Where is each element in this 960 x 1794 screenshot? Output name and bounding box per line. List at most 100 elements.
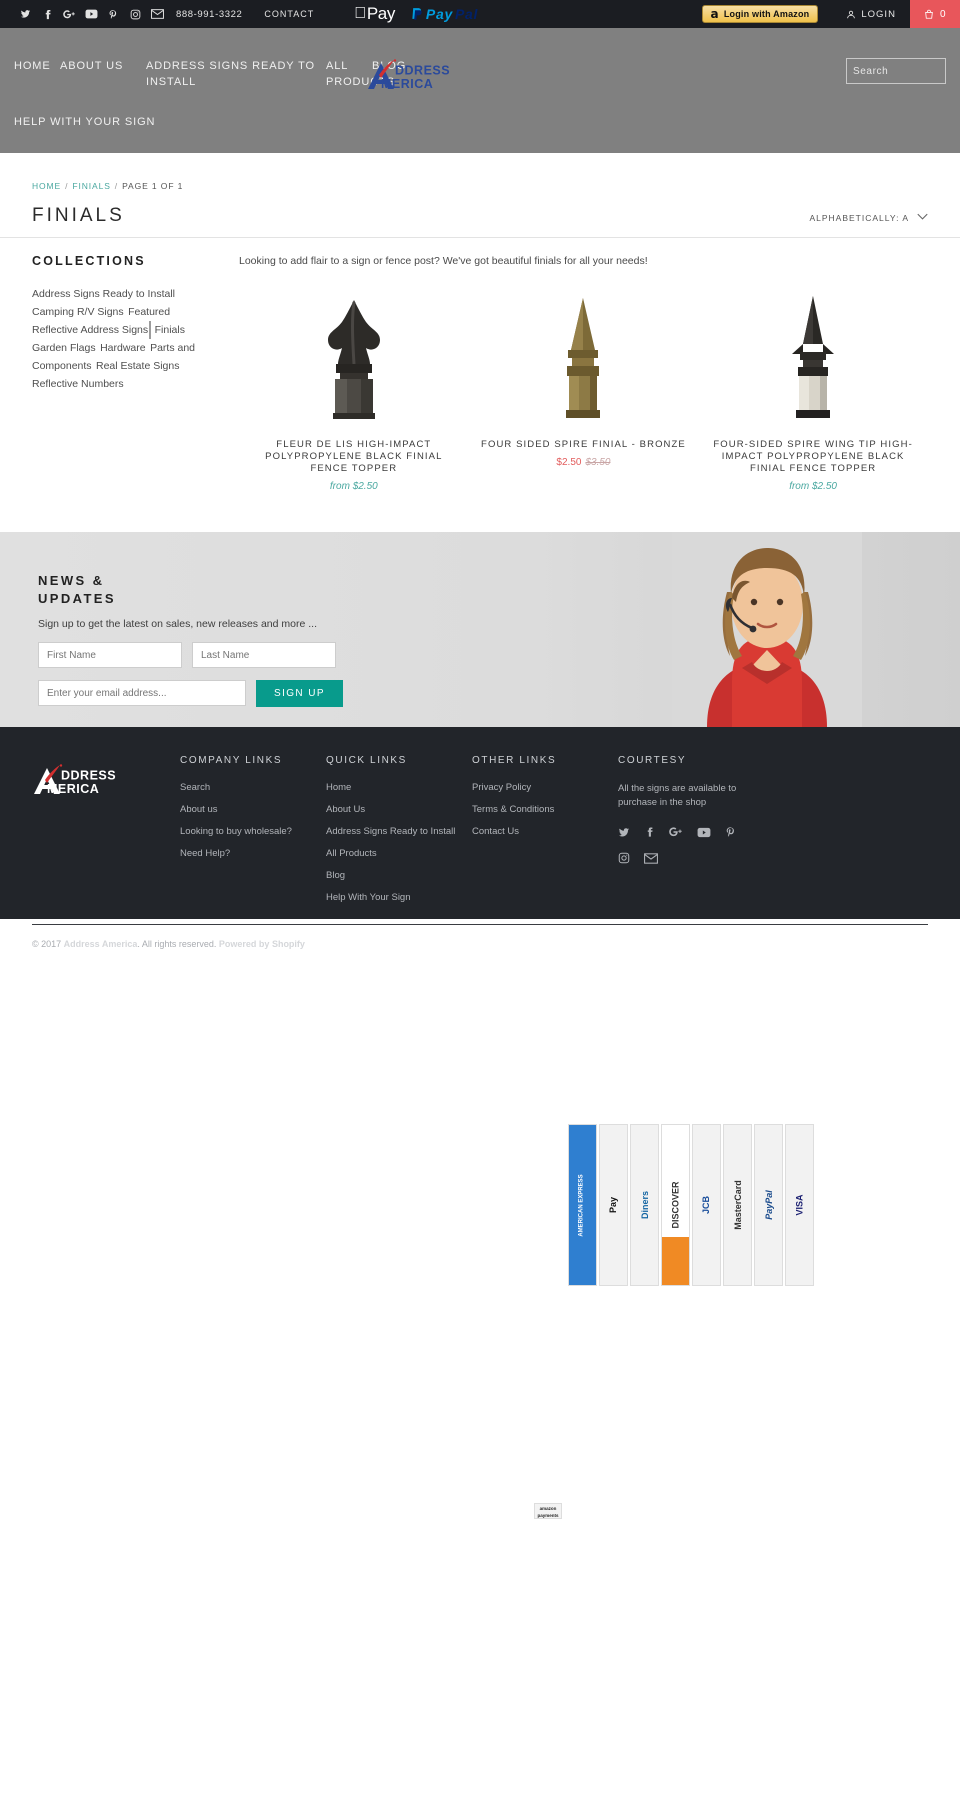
- site-footer: DDRESS MERICA COMPANY LINKS Search About…: [0, 727, 960, 949]
- nav-item-about-us[interactable]: ABOUT US: [60, 58, 146, 90]
- user-icon: [847, 10, 856, 18]
- chevron-down-icon: [917, 212, 928, 223]
- email-icon[interactable]: [644, 852, 658, 864]
- cart-count: 0: [939, 8, 946, 20]
- nav-item-home[interactable]: HOME: [14, 58, 60, 90]
- product-card[interactable]: FOUR SIDED SPIRE FINIAL - BRONZE $2.50 $3…: [469, 287, 699, 492]
- footer-link-help-with-your-sign[interactable]: Help With Your Sign: [326, 892, 472, 903]
- footer-link-need-help[interactable]: Need Help?: [180, 848, 326, 859]
- login-with-amazon-button[interactable]: a Login with Amazon: [701, 5, 819, 23]
- site-logo[interactable]: DDRESS MERICA: [366, 58, 476, 94]
- nav-item-help-with-your-sign[interactable]: HELP WITH YOUR SIGN: [14, 114, 194, 130]
- search-input[interactable]: [853, 65, 960, 77]
- breadcrumb-finials[interactable]: FINIALS: [72, 181, 110, 191]
- footer-logo[interactable]: DDRESS MERICA: [32, 755, 180, 914]
- sidebar-item-reflective-numbers[interactable]: Reflective Numbers: [32, 375, 124, 393]
- sidebar-item-camping-rv-signs[interactable]: Camping R/V Signs: [32, 303, 124, 321]
- signup-button[interactable]: SIGN UP: [256, 680, 343, 707]
- payment-label-mastercard: MasterCard: [732, 1180, 743, 1230]
- powered-by-shopify[interactable]: Powered by Shopify: [219, 939, 305, 949]
- payment-icon-jcb: JCB: [692, 1124, 721, 1286]
- copyright-bar: © 2017 Address America. All rights reser…: [32, 924, 928, 949]
- facebook-icon[interactable]: [644, 826, 655, 838]
- youtube-icon[interactable]: [80, 0, 102, 28]
- price-sale-value: $2.50: [556, 457, 582, 468]
- pinterest-icon[interactable]: [102, 0, 124, 28]
- contact-link[interactable]: CONTACT: [264, 9, 314, 19]
- product-card[interactable]: FLEUR DE LIS HIGH-IMPACT POLYPROPYLENE B…: [239, 287, 469, 492]
- payment-icon-mastercard: MasterCard: [723, 1124, 752, 1286]
- copyright-brand[interactable]: Address America: [64, 939, 138, 949]
- twitter-icon[interactable]: [14, 0, 36, 28]
- search-box[interactable]: [846, 58, 960, 84]
- sidebar-item-hardware[interactable]: Hardware: [100, 339, 146, 357]
- footer-link-search[interactable]: Search: [180, 782, 326, 793]
- four-sided-spire-wing-tip-finial-image: [792, 296, 835, 418]
- breadcrumb-home[interactable]: HOME: [32, 181, 61, 191]
- footer-heading-other-links: OTHER LINKS: [472, 755, 557, 766]
- phone-number[interactable]: 888-991-3322: [176, 9, 242, 20]
- footer-link-contact-us[interactable]: Contact Us: [472, 826, 618, 837]
- nav-item-address-signs-ready-to-install[interactable]: ADDRESS SIGNS READY TO INSTALL: [146, 58, 326, 90]
- footer-link-address-signs-ready-to-install[interactable]: Address Signs Ready to Install: [326, 826, 472, 837]
- payment-icon-paypal: PayPal: [754, 1124, 783, 1286]
- breadcrumb-page: PAGE 1 OF 1: [122, 181, 184, 191]
- footer-link-home[interactable]: Home: [326, 782, 472, 793]
- sort-dropdown-label: ALPHABETICALLY: A: [809, 212, 909, 223]
- cart-icon: [925, 9, 933, 19]
- svg-text:MERICA: MERICA: [47, 782, 99, 796]
- footer-link-wholesale[interactable]: Looking to buy wholesale?: [180, 826, 326, 837]
- fleur-de-lis-finial-image: [327, 300, 380, 419]
- login-with-amazon-label: Login with Amazon: [723, 9, 810, 19]
- cart-button[interactable]: 0: [909, 0, 960, 28]
- first-name-input[interactable]: [38, 642, 182, 668]
- product-image-four-sided-spire-wing-tip: [704, 287, 922, 427]
- page-body: HOME / FINIALS / PAGE 1 OF 1 FINIALS ALPHABE…: [0, 153, 960, 532]
- payment-label-visa: VISA: [794, 1194, 805, 1216]
- footer-link-privacy-policy[interactable]: Privacy Policy: [472, 782, 618, 793]
- product-price: from $2.50: [704, 481, 922, 492]
- sidebar-item-finials[interactable]: Finials: [148, 321, 185, 339]
- payment-icon-apple-pay: Pay: [599, 1124, 628, 1286]
- footer-link-about-us[interactable]: About us: [180, 804, 326, 815]
- newsletter-heading: NEWS & UPDATES: [38, 573, 116, 606]
- footer-column-courtesy: COURTESY All the signs are available to …: [618, 755, 928, 914]
- google-plus-icon[interactable]: [58, 0, 80, 28]
- product-price: $2.50 $3.50: [475, 457, 693, 468]
- product-title: FOUR-SIDED SPIRE WING TIP HIGH-IMPACT PO…: [713, 439, 913, 474]
- product-grid: FLEUR DE LIS HIGH-IMPACT POLYPROPYLENE B…: [239, 287, 928, 492]
- footer-link-terms-conditions[interactable]: Terms & Conditions: [472, 804, 618, 815]
- payment-label-paypal: PayPal: [763, 1190, 774, 1220]
- footer-heading-quick-links: QUICK LINKS: [326, 755, 407, 766]
- sidebar-item-garden-flags[interactable]: Garden Flags: [32, 339, 96, 357]
- footer-link-about-us-quick[interactable]: About Us: [326, 804, 472, 815]
- facebook-icon[interactable]: [36, 0, 58, 28]
- login-link[interactable]: LOGIN: [832, 0, 910, 28]
- youtube-icon[interactable]: [697, 826, 711, 838]
- product-price: from $2.50: [245, 481, 463, 492]
- svg-text:MERICA: MERICA: [381, 77, 433, 91]
- footer-courtesy-note: All the signs are available to purchase …: [618, 783, 737, 808]
- collections-sidebar: COLLECTIONS Address Signs Ready to Insta…: [32, 254, 227, 492]
- price-value: $2.50: [811, 481, 837, 492]
- sidebar-item-real-estate-signs[interactable]: Real Estate Signs: [96, 357, 179, 375]
- product-card[interactable]: FOUR-SIDED SPIRE WING TIP HIGH-IMPACT PO…: [698, 287, 928, 492]
- last-name-input[interactable]: [192, 642, 336, 668]
- footer-columns: DDRESS MERICA COMPANY LINKS Search About…: [32, 755, 928, 914]
- twitter-icon[interactable]: [618, 826, 630, 838]
- site-header: HOME ABOUT US ADDRESS SIGNS READY TO INS…: [0, 28, 960, 153]
- email-icon[interactable]: [146, 0, 168, 28]
- svg-text:DDRESS: DDRESS: [61, 769, 116, 783]
- instagram-icon[interactable]: [618, 852, 630, 864]
- footer-link-all-products[interactable]: All Products: [326, 848, 472, 859]
- product-image-fleur-de-lis: [245, 287, 463, 427]
- pinterest-icon[interactable]: [725, 826, 736, 838]
- instagram-icon[interactable]: [124, 0, 146, 28]
- topbar-left-group: 888-991-3322 CONTACT: [0, 0, 314, 28]
- collection-description: Looking to add flair to a sign or fence …: [239, 255, 648, 267]
- email-input[interactable]: [38, 680, 246, 706]
- sort-dropdown[interactable]: ALPHABETICALLY: A: [809, 212, 928, 227]
- google-plus-icon[interactable]: [669, 826, 683, 838]
- sidebar-item-address-signs-ready-to-install[interactable]: Address Signs Ready to Install: [32, 285, 175, 303]
- footer-link-blog[interactable]: Blog: [326, 870, 472, 881]
